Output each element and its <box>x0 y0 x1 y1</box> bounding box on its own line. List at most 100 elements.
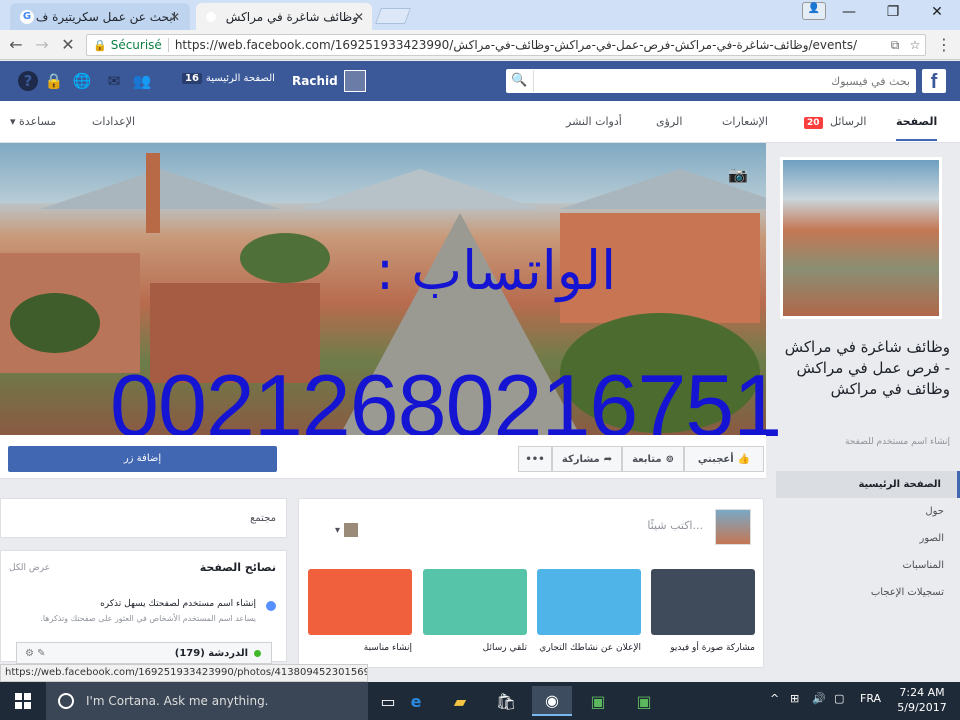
page-nav: الصفحة الرسائل 20 الإشعارات الرؤى أدوات … <box>0 101 960 143</box>
menu-icon[interactable]: ⋮ <box>934 35 954 55</box>
close-tab-icon[interactable]: ✕ <box>354 10 364 24</box>
card-share-photo[interactable] <box>651 569 755 635</box>
card-label: الإعلان عن نشاطك التجاري <box>539 643 641 653</box>
restore-icon[interactable]: ❐ <box>870 0 916 24</box>
bookmark-star-icon[interactable]: ☆ <box>905 38 925 52</box>
chat-settings-icon[interactable]: ⚙ ✎ <box>25 648 46 659</box>
translate-icon[interactable]: ⧉ <box>885 38 905 53</box>
messenger-icon[interactable]: ✉ <box>104 71 124 91</box>
tip-title[interactable]: إنشاء اسم مستخدم لصفحتك يسهل تذكره <box>36 599 256 609</box>
facebook-logo-icon[interactable]: f <box>922 69 946 93</box>
card-advertise[interactable] <box>537 569 641 635</box>
tab-publishing-tools[interactable]: أدوات النشر <box>566 115 622 128</box>
volume-icon[interactable]: 🔊 <box>812 692 826 705</box>
facebook-search[interactable]: 🔍 <box>506 69 916 93</box>
search-icon[interactable]: 🔍 <box>506 70 534 92</box>
notification-icon[interactable]: ▢ <box>834 692 844 705</box>
cortana-search[interactable]: I'm Cortana. Ask me anything. <box>46 682 368 720</box>
user-profile-icon[interactable]: 👤 <box>802 2 826 20</box>
card-get-messages[interactable] <box>423 569 527 635</box>
address-bar[interactable]: 🔒 Sécurisé https://web.facebook.com/1692… <box>86 34 926 56</box>
language-indicator[interactable]: FRA <box>860 692 881 705</box>
stop-icon[interactable]: ✕ <box>58 35 78 55</box>
share-label: مشاركة <box>561 453 600 465</box>
page-sections-nav: الصفحة الرئيسية حول الصور المناسبات تسجي… <box>776 471 960 606</box>
page-tips-title: نصائح الصفحة <box>199 561 276 574</box>
page-name[interactable]: وظائف شاغرة في مراكش - فرص عمل في مراكش … <box>776 337 960 400</box>
edge-icon[interactable]: e <box>396 686 436 716</box>
tab-notifications[interactable]: الإشعارات <box>722 115 768 128</box>
follow-button[interactable]: ⊚ متابعة <box>622 446 684 472</box>
cover-mountain <box>300 169 540 209</box>
file-explorer-icon[interactable]: ▰ <box>440 686 480 716</box>
share-button[interactable]: ➦ مشاركة <box>552 446 622 472</box>
tab-title: وظائف شاغرة في مراكش <box>225 9 358 24</box>
start-button[interactable] <box>0 682 46 720</box>
tab-insights[interactable]: الرؤى <box>656 115 682 128</box>
cover-minaret <box>146 153 160 233</box>
close-window-icon[interactable]: ✕ <box>914 0 960 24</box>
post-as-selector[interactable]: ▾ <box>335 523 362 537</box>
tab-active[interactable]: ✕ وظائف شاغرة في مراكش <box>196 3 372 30</box>
tab-title: ابحث عن عمل سكريتيرة ف <box>35 9 176 24</box>
composer-input[interactable]: اكتب شيئًا... <box>647 519 703 532</box>
community-box[interactable]: مجتمع <box>0 498 287 538</box>
messages-badge: 20 <box>804 117 823 129</box>
new-tab-button[interactable] <box>375 8 411 24</box>
username-hint[interactable]: إنشاء اسم مستخدم للصفحة <box>776 437 960 447</box>
lock-shortcut-icon[interactable]: 🔒 <box>44 71 64 91</box>
search-input[interactable] <box>534 74 916 88</box>
network-icon[interactable]: ⊞ <box>790 692 799 705</box>
more-button[interactable]: ••• <box>518 446 552 472</box>
like-label: أعجبني <box>697 453 734 465</box>
friend-requests-icon[interactable]: 👥 <box>132 71 152 91</box>
section-home[interactable]: الصفحة الرئيسية <box>776 471 960 498</box>
tray-up-icon[interactable]: ^ <box>770 692 779 705</box>
online-dot-icon <box>254 649 261 657</box>
section-photos[interactable]: الصور <box>776 525 960 552</box>
card-create-event[interactable] <box>308 569 412 635</box>
cortana-icon <box>58 693 74 709</box>
close-tab-icon[interactable]: ✕ <box>170 10 180 24</box>
home-link[interactable]: الصفحة الرئيسية 16 <box>182 73 275 84</box>
tab-messages[interactable]: الرسائل 20 <box>804 115 866 129</box>
section-likes[interactable]: تسجيلات الإعجاب <box>776 579 960 606</box>
avatar <box>343 70 366 92</box>
windows-taskbar: I'm Cortana. Ask me anything. ▭ e ▰ 🛍 ◉ … <box>0 682 960 720</box>
card-label: تلقي رسائل <box>482 643 527 653</box>
share-arrow-icon: ➦ <box>603 453 613 465</box>
clock[interactable]: 7:24 AM 5/9/2017 <box>892 685 952 715</box>
whatsapp-label: الواتساب : <box>375 239 617 302</box>
page-sidebar: وظائف شاغرة في مراكش - فرص عمل في مراكش … <box>776 143 960 663</box>
composer-avatar <box>715 509 751 545</box>
like-button[interactable]: 👍 أعجبني <box>684 446 764 472</box>
see-all-link[interactable]: عرض الكل <box>9 563 50 573</box>
profile-link[interactable]: Rachid <box>292 70 366 92</box>
section-about[interactable]: حول <box>776 498 960 525</box>
back-icon[interactable]: ← <box>6 35 26 55</box>
camtasia-recorder-icon[interactable]: ▣ <box>624 686 664 716</box>
forward-icon[interactable]: → <box>32 35 52 55</box>
profile-picture[interactable] <box>780 157 942 319</box>
help-icon[interactable]: ? <box>18 71 38 91</box>
tab-help[interactable]: مساعدة ▾ <box>10 115 56 128</box>
minimize-icon[interactable]: — <box>826 0 872 24</box>
clock-date: 5/9/2017 <box>897 701 947 714</box>
camtasia-icon[interactable]: ▣ <box>578 686 618 716</box>
chat-label: الدردشة <box>208 647 248 659</box>
tab-settings[interactable]: الإعدادات <box>92 115 135 128</box>
globe-icon[interactable]: 🌐 <box>72 71 92 91</box>
tab-inactive[interactable]: ✕ ابحث عن عمل سكريتيرة ف G <box>10 3 190 30</box>
url-text[interactable]: https://web.facebook.com/169251933423990… <box>169 38 885 52</box>
store-icon[interactable]: 🛍 <box>486 686 526 716</box>
section-events[interactable]: المناسبات <box>776 552 960 579</box>
add-button[interactable]: إضافة زر <box>8 446 277 472</box>
tab-page[interactable]: الصفحة <box>896 115 938 141</box>
google-icon: G <box>20 9 34 24</box>
chrome-icon[interactable]: ◉ <box>532 686 572 716</box>
cortana-text: I'm Cortana. Ask me anything. <box>86 694 269 708</box>
status-bar: https://web.facebook.com/169251933423990… <box>0 664 368 682</box>
camera-icon[interactable]: 📷 <box>728 165 748 184</box>
chat-bar[interactable]: ⚙ ✎ (179) الدردشة <box>16 642 272 664</box>
clock-time: 7:24 AM <box>899 686 945 699</box>
